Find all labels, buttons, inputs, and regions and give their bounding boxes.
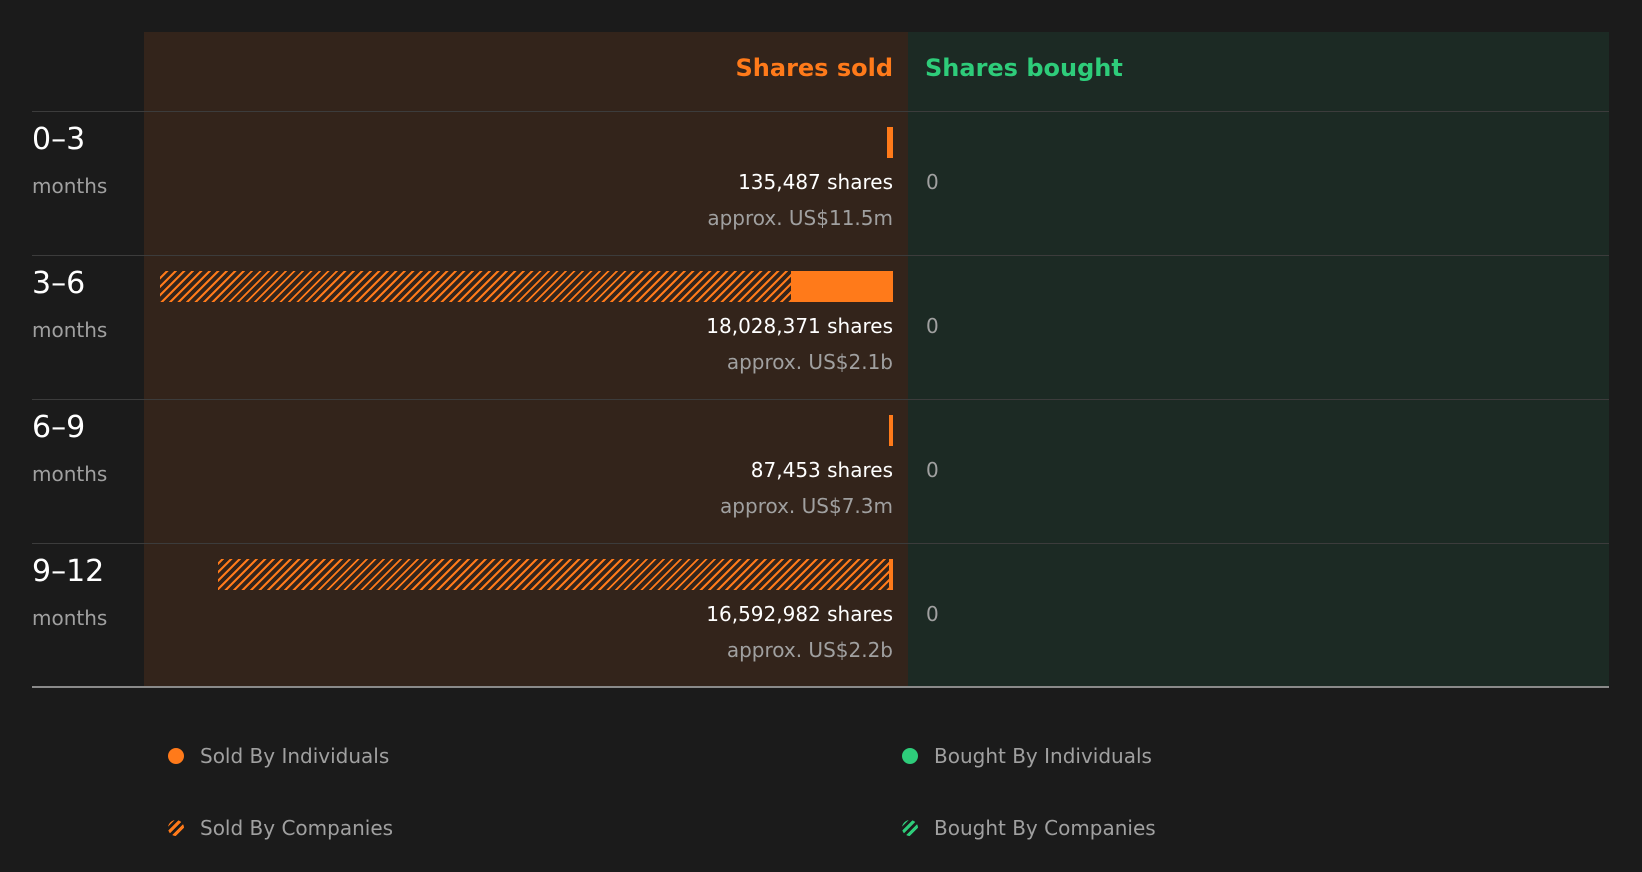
period-unit: months <box>32 174 108 198</box>
period-label: 3–6 <box>32 266 86 301</box>
bar-sold-by-individuals <box>887 127 893 158</box>
legend-label: Sold By Individuals <box>200 744 390 768</box>
shares-bought-value: 0 <box>926 602 939 626</box>
hatched-orange-dot-icon <box>168 820 184 836</box>
shares-bought-value: 0 <box>926 458 939 482</box>
period-unit: months <box>32 318 108 342</box>
bar-sold-by-individuals <box>889 415 893 446</box>
shares-sold-value: 135,487 shares <box>738 170 893 194</box>
shares-bought-value: 0 <box>926 170 939 194</box>
shares-bought-header: Shares bought <box>925 54 1123 82</box>
legend-label: Bought By Companies <box>934 816 1156 840</box>
bar-sold-by-companies <box>160 271 792 302</box>
bar-sold-by-individuals <box>791 271 893 302</box>
shares-sold-header: Shares sold <box>735 54 894 82</box>
approx-value: approx. US$2.2b <box>726 638 893 662</box>
shares-bought-value: 0 <box>926 314 939 338</box>
period-row: 3–6 months 18,028,371 shares approx. US$… <box>0 256 1642 400</box>
bar-sold-by-companies <box>218 559 889 590</box>
period-unit: months <box>32 462 108 486</box>
hatched-green-dot-icon <box>902 820 918 836</box>
shares-sold-value: 18,028,371 shares <box>706 314 893 338</box>
legend-label: Sold By Companies <box>200 816 394 840</box>
shares-sold-value: 16,592,982 shares <box>706 602 893 626</box>
period-label: 6–9 <box>32 410 86 445</box>
legend-label: Bought By Individuals <box>934 744 1152 768</box>
solid-green-dot-icon <box>902 748 918 764</box>
solid-orange-dot-icon <box>168 748 184 764</box>
period-unit: months <box>32 606 108 630</box>
period-row: 0–3 months 135,487 shares approx. US$11.… <box>0 112 1642 256</box>
shares-sold-value: 87,453 shares <box>750 458 893 482</box>
period-row: 6–9 months 87,453 shares approx. US$7.3m… <box>0 400 1642 544</box>
approx-value: approx. US$2.1b <box>726 350 893 374</box>
period-row: 9–12 months 16,592,982 shares approx. US… <box>0 544 1642 688</box>
approx-value: approx. US$11.5m <box>707 206 893 230</box>
period-label: 0–3 <box>32 122 86 157</box>
approx-value: approx. US$7.3m <box>720 494 893 518</box>
bar-sold-by-individuals <box>889 559 893 590</box>
period-label: 9–12 <box>32 554 105 589</box>
